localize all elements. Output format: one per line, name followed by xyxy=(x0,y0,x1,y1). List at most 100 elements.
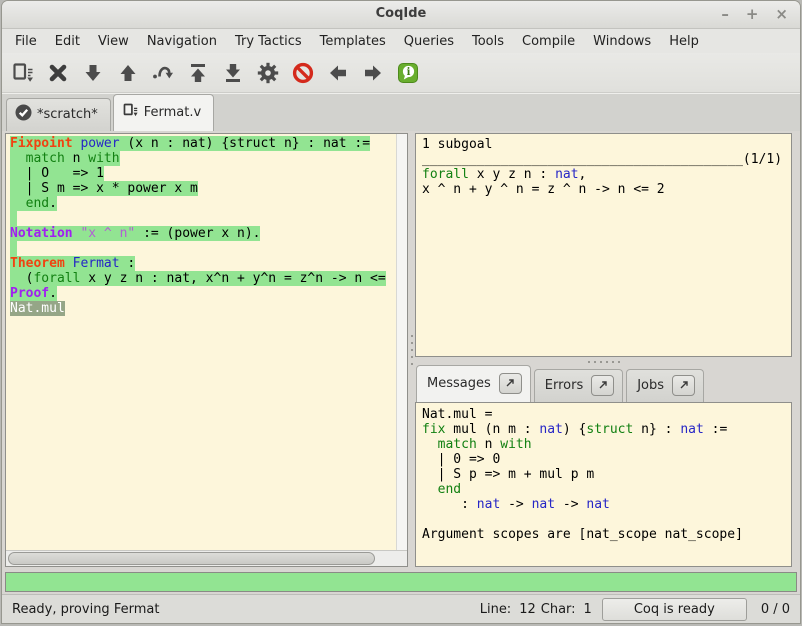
save-doc-icon xyxy=(122,102,139,123)
go-to-end-button[interactable] xyxy=(218,58,248,88)
code-line: : nat -> nat -> nat xyxy=(422,497,785,512)
coq-status-text: Coq is ready xyxy=(634,602,715,617)
code-line: | S p => m + mul p m xyxy=(422,467,785,482)
messages-notebook: Messages Errors Jobs Nat.mul =fix mul (n… xyxy=(415,367,792,567)
progress-area xyxy=(2,569,800,594)
code-line: match n with xyxy=(422,437,785,452)
interrupt-icon xyxy=(291,61,315,85)
arrow-right-icon xyxy=(361,61,385,85)
gear-icon xyxy=(256,61,280,85)
about-button[interactable]: i xyxy=(393,58,423,88)
detach-arrow-icon xyxy=(679,380,689,390)
menu-navigation[interactable]: Navigation xyxy=(138,31,226,52)
stop-x-icon xyxy=(46,61,70,85)
detach-button[interactable] xyxy=(591,375,614,396)
info-icon: i xyxy=(396,61,420,85)
go-to-cursor-icon xyxy=(151,61,175,85)
menu-edit[interactable]: Edit xyxy=(46,31,89,52)
arrow-up-bar-icon xyxy=(186,61,210,85)
stop-button[interactable] xyxy=(43,58,73,88)
coqide-window: CoqIde – + × FileEditViewNavigationTry T… xyxy=(1,0,801,624)
script-pane: Fixpoint power (x n : nat) {struct n} : … xyxy=(5,133,408,567)
menu-view[interactable]: View xyxy=(89,31,138,52)
detach-arrow-icon xyxy=(598,380,608,390)
statusbar: Ready, proving Fermat Line: 12 Char: 1 C… xyxy=(2,594,800,623)
messages-tabbar: Messages Errors Jobs xyxy=(415,367,792,402)
vertical-splitter[interactable] xyxy=(408,133,415,567)
svg-text:i: i xyxy=(407,67,411,78)
menu-compile[interactable]: Compile xyxy=(513,31,584,52)
close-button[interactable]: × xyxy=(775,4,788,24)
tab-messages[interactable]: Messages xyxy=(416,365,531,402)
code-line: (forall x y z n : nat, x^n + y^n = z^n -… xyxy=(10,271,396,286)
code-line: | S m => x * power x m xyxy=(10,181,396,196)
forward-button[interactable] xyxy=(358,58,388,88)
tab-label: Errors xyxy=(545,378,583,393)
line-label: Line: xyxy=(480,602,511,617)
code-line: match n with xyxy=(10,151,396,166)
messages-pane[interactable]: Nat.mul =fix mul (n m : nat) {struct n} … xyxy=(415,402,792,567)
char-label: Char: xyxy=(541,602,576,617)
window-title: CoqIde xyxy=(2,6,800,21)
menu-try-tactics[interactable]: Try Tactics xyxy=(226,31,311,52)
maximize-button[interactable]: + xyxy=(746,4,759,24)
minimize-button[interactable]: – xyxy=(721,4,729,24)
go-to-start-button[interactable] xyxy=(183,58,213,88)
arrow-down-bar-icon xyxy=(221,61,245,85)
code-line: end. xyxy=(10,196,396,211)
titlebar: CoqIde – + × xyxy=(2,1,800,29)
tab-jobs[interactable]: Jobs xyxy=(626,369,704,402)
status-message: Ready, proving Fermat xyxy=(12,602,159,617)
arrow-up-icon xyxy=(116,61,140,85)
code-line: ​ xyxy=(422,512,785,527)
detach-arrow-icon xyxy=(505,378,515,388)
code-line: end xyxy=(422,482,785,497)
editor-tabbar: *scratch* Fermat.v xyxy=(2,93,800,131)
arrow-left-icon xyxy=(326,61,350,85)
code-line: Nat.mul = xyxy=(422,407,785,422)
goals-pane[interactable]: 1 subgoal_______________________________… xyxy=(415,133,792,357)
right-column: 1 subgoal_______________________________… xyxy=(415,133,792,567)
step-forward-button[interactable] xyxy=(78,58,108,88)
detach-button[interactable] xyxy=(499,373,522,394)
vertical-scrollbar[interactable] xyxy=(396,134,407,550)
code-line: forall x y z n : nat, xyxy=(422,167,785,182)
code-line: Fixpoint power (x n : nat) {struct n} : … xyxy=(10,136,396,151)
menu-templates[interactable]: Templates xyxy=(311,31,395,52)
code-line: ________________________________________… xyxy=(422,152,785,167)
menu-tools[interactable]: Tools xyxy=(463,31,513,52)
code-line: ​ xyxy=(10,211,396,226)
arrow-down-icon xyxy=(81,61,105,85)
scrollbar-thumb[interactable] xyxy=(8,552,375,565)
settings-button[interactable] xyxy=(253,58,283,88)
tab-scratch[interactable]: *scratch* xyxy=(6,98,111,131)
interrupt-button[interactable] xyxy=(288,58,318,88)
menu-help[interactable]: Help xyxy=(660,31,708,52)
toolbar: i xyxy=(2,53,800,93)
code-line: | O => 1 xyxy=(10,166,396,181)
code-line: Argument scopes are [nat_scope nat_scope… xyxy=(422,527,785,542)
code-line: Notation "x ^ n" := (power x n). xyxy=(10,226,396,241)
horizontal-scrollbar[interactable] xyxy=(6,550,407,566)
check-circle-icon xyxy=(15,104,32,125)
code-line: Theorem Fermat : xyxy=(10,256,396,271)
script-editor[interactable]: Fixpoint power (x n : nat) {struct n} : … xyxy=(6,134,396,550)
menu-windows[interactable]: Windows xyxy=(584,31,660,52)
back-button[interactable] xyxy=(323,58,353,88)
code-line: x ^ n + y ^ n = z ^ n -> n <= 2 xyxy=(422,182,785,197)
tab-errors[interactable]: Errors xyxy=(534,369,623,402)
save-button[interactable] xyxy=(8,58,38,88)
tab-label: Fermat.v xyxy=(144,105,201,120)
menu-file[interactable]: File xyxy=(6,31,46,52)
tab-fermat[interactable]: Fermat.v xyxy=(113,94,214,131)
progress-bar xyxy=(5,572,797,592)
tab-label: *scratch* xyxy=(37,107,98,122)
step-back-button[interactable] xyxy=(113,58,143,88)
detach-button[interactable] xyxy=(672,375,695,396)
worker-counter: 0 / 0 xyxy=(761,602,790,617)
code-line: Proof. xyxy=(10,286,396,301)
go-to-cursor-button[interactable] xyxy=(148,58,178,88)
save-icon xyxy=(11,61,35,85)
menu-queries[interactable]: Queries xyxy=(395,31,463,52)
line-value: 12 xyxy=(519,602,536,617)
